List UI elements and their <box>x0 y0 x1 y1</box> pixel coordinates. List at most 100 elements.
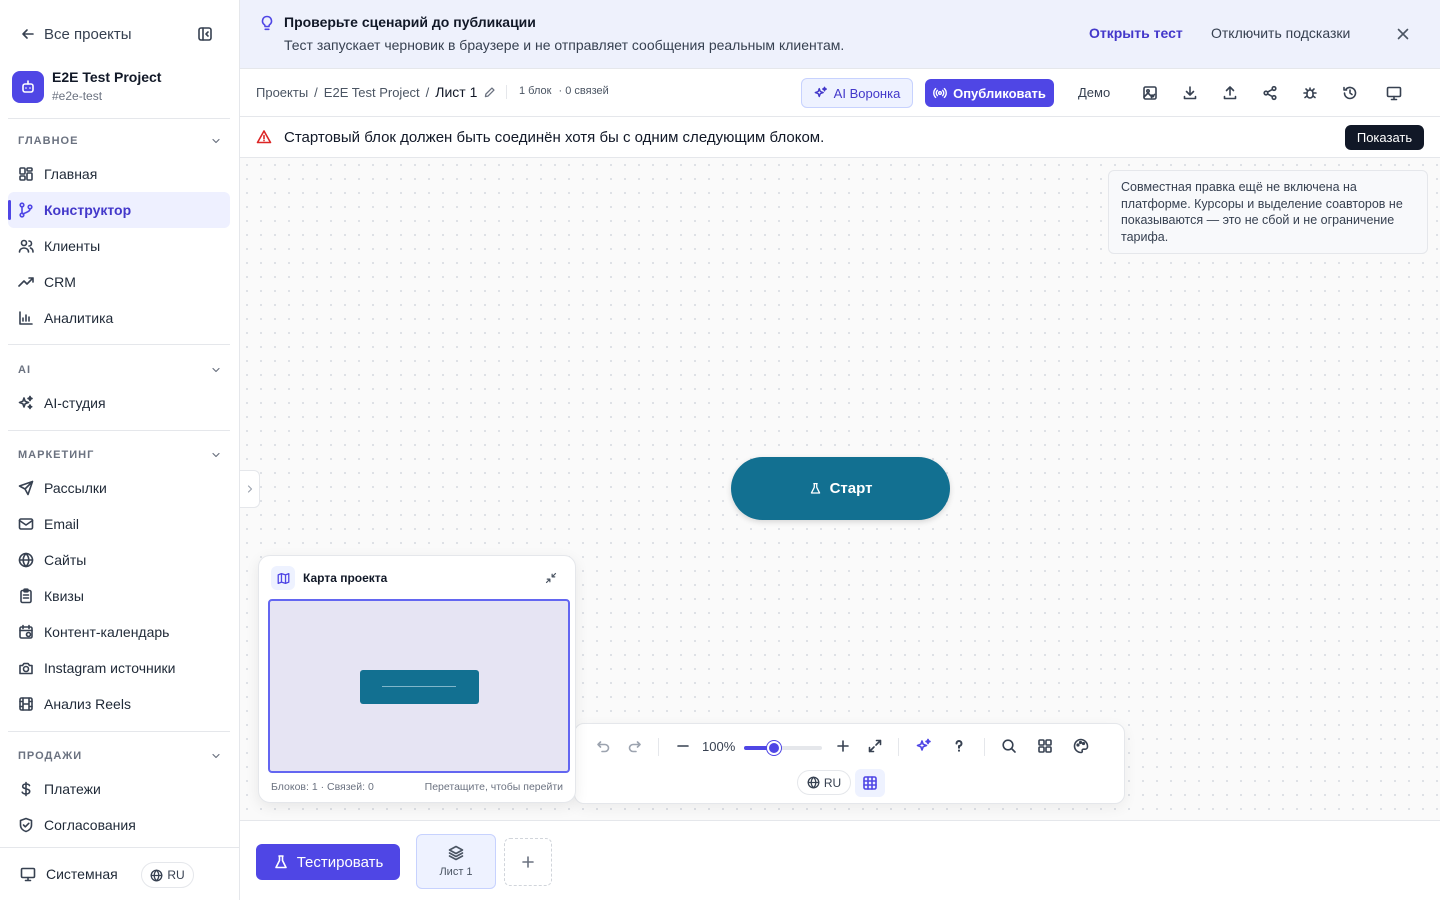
open-test-link[interactable]: Открыть тест <box>1089 25 1183 41</box>
warning-triangle-icon <box>256 130 272 144</box>
theme-label: Системная <box>46 866 118 882</box>
demo-button[interactable]: Демо <box>1078 85 1110 100</box>
disable-hints-link[interactable]: Отключить подсказки <box>1211 25 1350 41</box>
section-title: МАРКЕТИНГ <box>18 449 95 461</box>
zoom-slider[interactable] <box>744 741 822 755</box>
sidebar-item-instagram-sources[interactable]: Instagram источники <box>8 650 230 686</box>
section-title: AI <box>18 364 31 376</box>
globe-icon <box>18 552 34 568</box>
monitor-icon[interactable] <box>1386 85 1402 101</box>
project-switcher[interactable]: E2E Test Project #e2e-test <box>12 69 161 104</box>
language-switcher[interactable]: RU <box>797 770 851 795</box>
grid-layout-icon[interactable] <box>1037 738 1053 754</box>
sidebar-item-content-calendar[interactable]: Контент-календарь <box>8 614 230 650</box>
breadcrumb-projects[interactable]: Проекты <box>256 85 308 100</box>
section-header-marketing[interactable]: МАРКЕТИНГ <box>18 449 222 461</box>
close-icon[interactable] <box>1395 26 1411 42</box>
start-node-label: Старт <box>829 480 873 497</box>
monitor-icon <box>20 867 36 882</box>
separator <box>898 738 899 756</box>
sidebar-item-label: Квизы <box>44 588 84 604</box>
add-sheet-button[interactable] <box>504 838 552 886</box>
sidebar-item-constructor[interactable]: Конструктор <box>8 192 230 228</box>
bug-icon[interactable] <box>1302 85 1318 101</box>
section-header-main[interactable]: ГЛАВНОЕ <box>18 135 222 147</box>
upload-icon[interactable] <box>1222 85 1238 101</box>
search-icon[interactable] <box>1001 738 1017 754</box>
help-icon[interactable] <box>951 738 967 754</box>
sidebar-item-reels-analysis[interactable]: Анализ Reels <box>8 686 230 722</box>
back-to-projects-link[interactable]: Все проекты <box>20 24 132 44</box>
sidebar-item-ai-studio[interactable]: AI-студия <box>8 385 230 421</box>
minimap-title: Карта проекта <box>303 571 388 585</box>
zoom-slider-thumb[interactable] <box>766 741 781 755</box>
language-switcher[interactable]: RU <box>141 862 194 888</box>
editor-toolbar: Проекты / E2E Test Project / Лист 1 1 бл… <box>240 69 1440 117</box>
divider <box>8 344 230 345</box>
chevron-down-icon <box>212 452 220 458</box>
zoom-toolbar: 100% RU <box>574 723 1125 804</box>
globe-icon <box>807 776 820 789</box>
collapse-sidebar-button[interactable] <box>197 26 213 42</box>
pencil-icon[interactable] <box>483 86 496 99</box>
expand-panel-button[interactable] <box>240 470 260 508</box>
plus-icon <box>522 856 534 868</box>
zoom-in-icon[interactable] <box>835 738 851 754</box>
ai-funnel-button[interactable]: AI Воронка <box>801 78 913 108</box>
minimap-hint: Перетащите, чтобы перейти <box>424 781 563 793</box>
image-settings-icon[interactable] <box>1142 85 1158 101</box>
divider <box>8 430 230 431</box>
sidebar-item-label: Согласования <box>44 817 136 833</box>
sidebar-item-crm[interactable]: CRM <box>8 264 230 300</box>
sidebar-item-home[interactable]: Главная <box>8 156 230 192</box>
sparkles-icon <box>814 86 827 98</box>
flask-icon <box>274 855 287 869</box>
separator <box>658 738 659 756</box>
publish-button[interactable]: Опубликовать <box>925 79 1054 107</box>
start-node[interactable]: Старт <box>731 457 950 520</box>
breadcrumb: Проекты / E2E Test Project / Лист 1 <box>256 84 496 100</box>
show-issue-button[interactable]: Показать <box>1345 125 1424 150</box>
section-header-sales[interactable]: ПРОДАЖИ <box>18 750 222 762</box>
validation-warning: Стартовый блок должен быть соединён хотя… <box>240 117 1440 158</box>
minimap-stats: Блоков: 1 · Связей: 0 <box>271 781 374 793</box>
trending-icon <box>18 277 34 287</box>
sidebar-collapse-icon <box>198 27 212 41</box>
sidebar-item-mailings[interactable]: Рассылки <box>8 470 230 506</box>
sidebar-item-quizzes[interactable]: Квизы <box>8 578 230 614</box>
share-icon[interactable] <box>1262 85 1278 101</box>
fit-view-icon[interactable] <box>867 738 883 754</box>
sidebar-item-email[interactable]: Email <box>8 506 230 542</box>
calendar-icon <box>19 624 33 639</box>
breadcrumb-project[interactable]: E2E Test Project <box>324 85 420 100</box>
toggle-grid-button[interactable] <box>855 769 885 797</box>
clipboard-icon <box>20 588 32 604</box>
sidebar-item-sites[interactable]: Сайты <box>8 542 230 578</box>
palette-icon[interactable] <box>1073 738 1089 754</box>
theme-switcher[interactable]: Системная <box>20 866 118 882</box>
hint-banner: Проверьте сценарий до публикации Тест за… <box>240 0 1440 69</box>
sidebar-item-clients[interactable]: Клиенты <box>8 228 230 264</box>
sidebar-item-label: Анализ Reels <box>44 696 131 712</box>
undo-icon[interactable] <box>595 738 611 754</box>
links-count: · 0 связей <box>558 85 609 97</box>
sidebar-item-label: Платежи <box>44 781 101 797</box>
history-icon[interactable] <box>1342 85 1358 101</box>
sheet-name[interactable]: Лист 1 <box>435 84 477 100</box>
sidebar: Все проекты E2E Test Project #e2e-test Г… <box>0 0 240 900</box>
redo-icon[interactable] <box>627 738 643 754</box>
minimize-icon[interactable] <box>545 572 557 584</box>
section-title: ГЛАВНОЕ <box>18 135 79 147</box>
sidebar-item-approvals[interactable]: Согласования <box>8 807 230 843</box>
sidebar-item-analytics[interactable]: Аналитика <box>8 300 230 336</box>
flow-canvas[interactable]: Совместная правка ещё не включена на пла… <box>240 158 1440 820</box>
sidebar-item-payments[interactable]: Платежи <box>8 771 230 807</box>
zoom-out-icon[interactable] <box>675 738 691 754</box>
test-button[interactable]: Тестировать <box>256 844 400 880</box>
sparkles-icon[interactable] <box>916 738 932 754</box>
divider <box>8 731 230 732</box>
sheet-tab[interactable]: Лист 1 <box>416 834 496 889</box>
download-icon[interactable] <box>1182 85 1198 101</box>
section-header-ai[interactable]: AI <box>18 364 222 376</box>
minimap-viewport[interactable] <box>268 599 570 773</box>
